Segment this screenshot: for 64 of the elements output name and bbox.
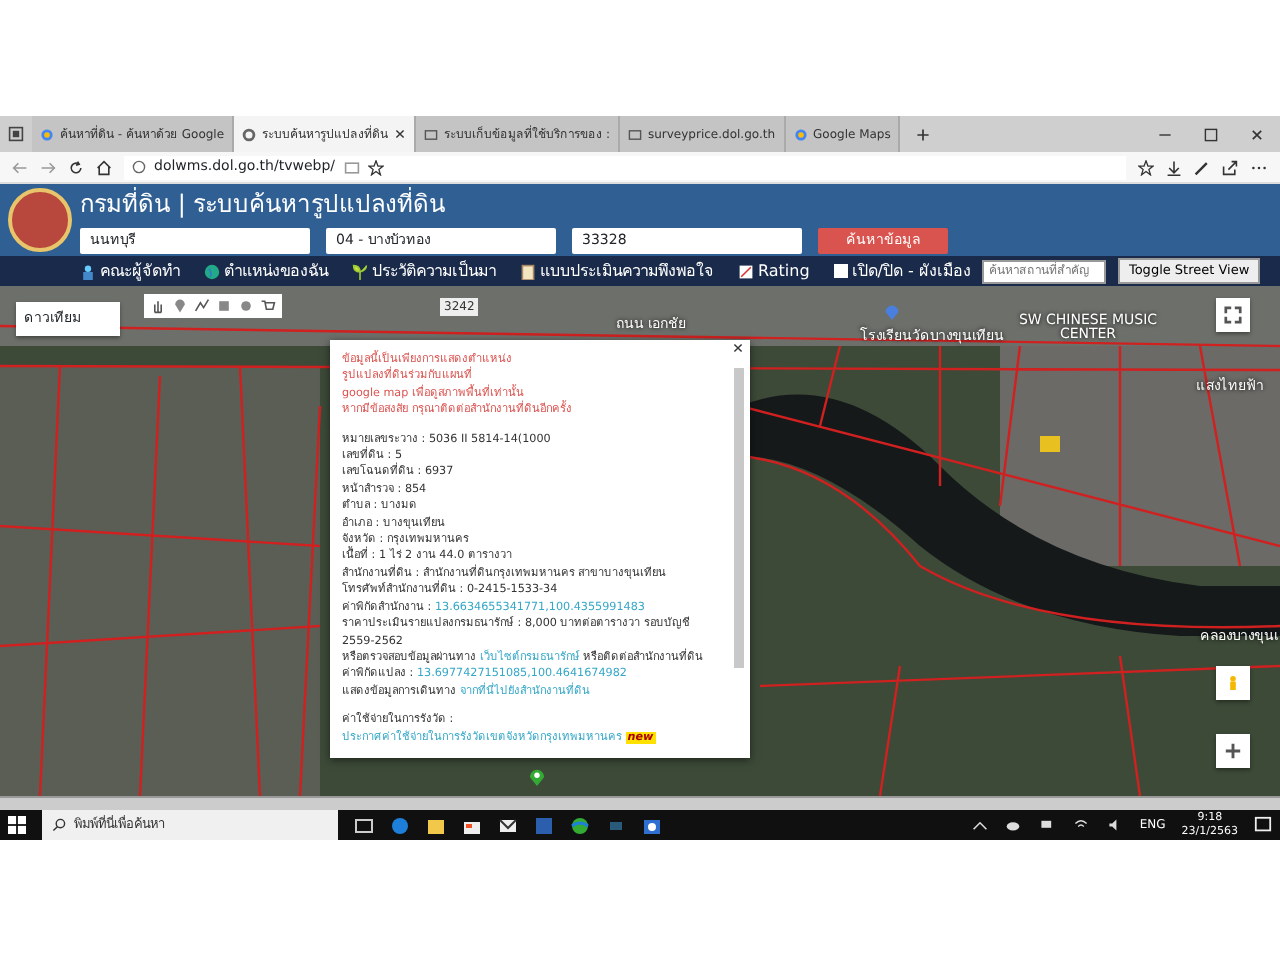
notification-icon[interactable] — [1254, 816, 1272, 834]
place-marker-icon — [884, 302, 900, 322]
plus-icon — [1224, 742, 1242, 760]
gear-icon — [242, 127, 257, 141]
menu-item[interactable]: ตำแหน่งของฉัน — [204, 259, 328, 283]
globe-icon — [204, 263, 220, 279]
page-icon — [627, 127, 642, 141]
fullscreen-icon — [1224, 306, 1242, 324]
checkbox[interactable] — [833, 264, 848, 278]
menu-label: Rating — [758, 259, 810, 283]
horizontal-scrollbar[interactable] — [0, 796, 1280, 810]
line-icon[interactable] — [194, 298, 210, 314]
globe-icon[interactable] — [570, 815, 590, 835]
square-icon[interactable] — [216, 298, 232, 314]
chart-icon — [738, 263, 754, 279]
tab-actions-icon[interactable] — [8, 126, 24, 142]
camera-icon[interactable] — [642, 815, 662, 835]
info-icon — [132, 160, 146, 174]
search-icon — [52, 818, 66, 832]
page-icon — [424, 127, 439, 141]
sprout-icon — [352, 263, 368, 279]
site-title: กรมที่ดิน | ระบบค้นหารูปแปลงที่ดิน — [80, 188, 448, 220]
globe-icon — [40, 127, 54, 141]
menu-label: คณะผู้จัดทำ — [100, 259, 180, 283]
favorites-icon[interactable] — [1138, 159, 1154, 175]
share-icon[interactable] — [1222, 159, 1238, 175]
mail-icon[interactable] — [498, 815, 518, 835]
close-icon[interactable] — [394, 128, 407, 140]
chevron-up-icon[interactable] — [971, 817, 988, 833]
app-icon[interactable] — [534, 815, 554, 835]
hand-icon[interactable] — [150, 298, 166, 314]
location-pin-icon — [528, 766, 546, 788]
pin-icon[interactable] — [172, 298, 188, 314]
emblem-logo — [8, 188, 72, 252]
cloud-icon[interactable] — [1003, 818, 1022, 832]
folder-icon[interactable] — [426, 815, 446, 835]
clipboard-icon — [520, 263, 536, 279]
task-view-icon[interactable] — [354, 815, 374, 835]
home-icon[interactable] — [96, 159, 112, 175]
battery-icon[interactable] — [1037, 818, 1056, 832]
pegman-icon — [1226, 672, 1240, 694]
forward-arrow-icon[interactable] — [40, 159, 56, 175]
star-icon[interactable] — [367, 159, 384, 175]
circle-icon[interactable] — [238, 298, 254, 314]
zoom-in-button[interactable] — [1216, 734, 1250, 768]
people-icon — [80, 263, 96, 279]
wifi-icon[interactable] — [1071, 818, 1090, 832]
scrollbar[interactable] — [734, 368, 744, 668]
cart-icon[interactable] — [260, 298, 276, 314]
globe-icon — [793, 127, 808, 141]
new-tab-icon[interactable] — [916, 127, 931, 141]
reading-view-icon[interactable] — [343, 159, 360, 175]
windows-start-icon[interactable] — [8, 816, 26, 834]
menu-item[interactable]: Rating — [738, 259, 810, 283]
fullscreen-button[interactable] — [1216, 298, 1250, 332]
refresh-icon[interactable] — [68, 159, 84, 175]
menu-label: ตำแหน่งของฉัน — [224, 259, 328, 283]
maximize-icon[interactable] — [1204, 127, 1218, 141]
download-icon[interactable] — [1166, 159, 1182, 175]
pen-icon[interactable] — [1194, 159, 1210, 175]
close-icon[interactable] — [732, 342, 744, 354]
browser-icon[interactable] — [390, 815, 410, 835]
menu-item[interactable]: คณะผู้จัดทำ — [80, 259, 180, 283]
close-icon[interactable] — [1250, 127, 1264, 141]
